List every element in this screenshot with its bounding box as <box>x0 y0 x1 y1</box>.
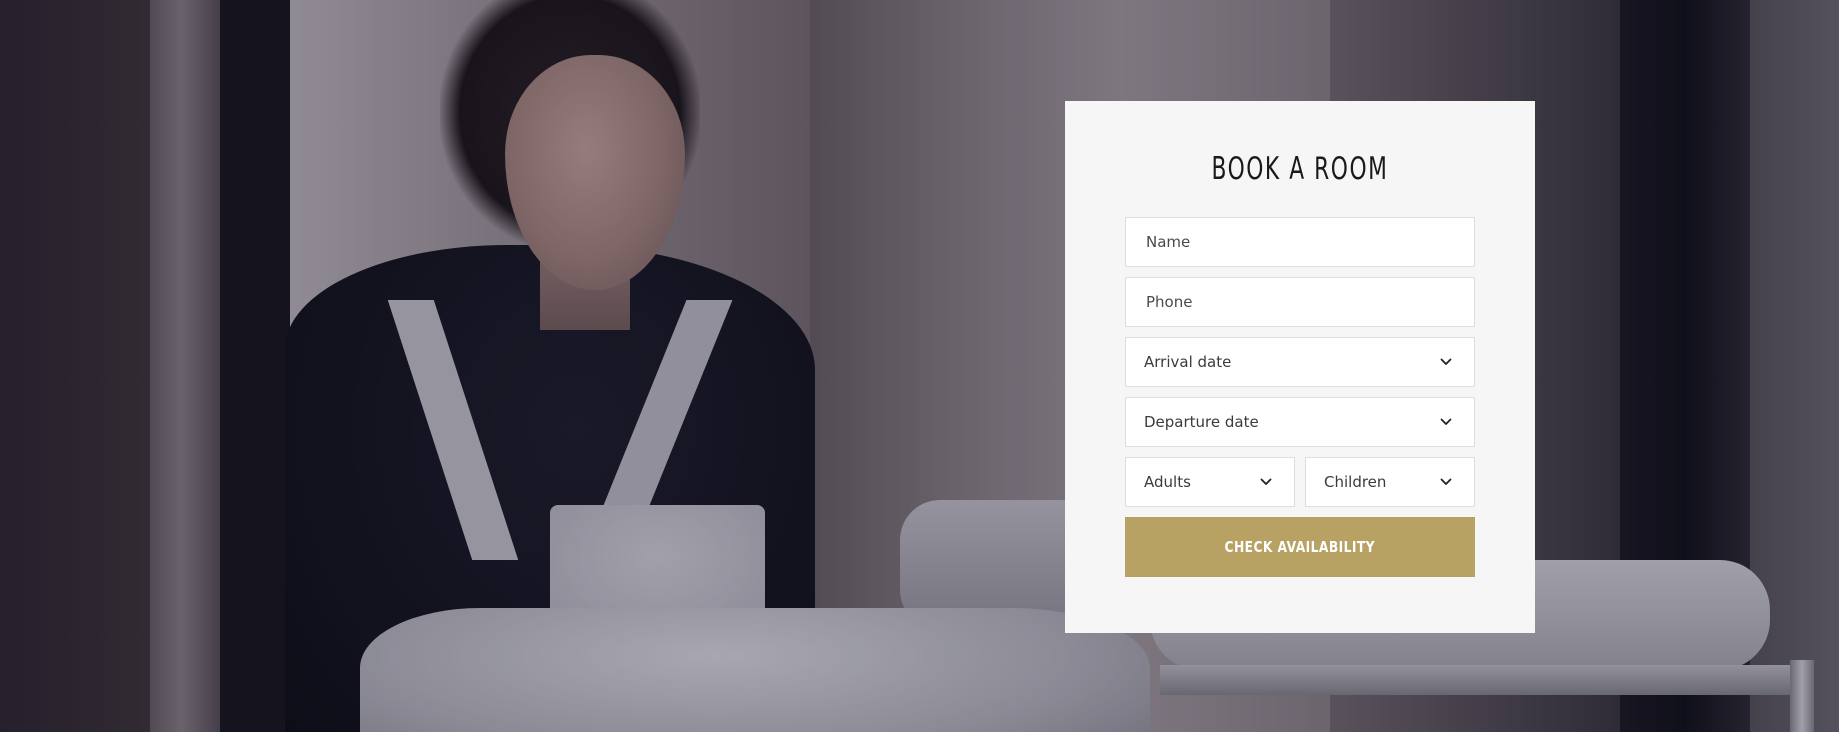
check-availability-label: CHECK AVAILABILITY <box>1224 538 1376 556</box>
booking-form: BOOK A ROOM Arrival date Departure date … <box>1065 101 1535 633</box>
phone-input[interactable] <box>1126 278 1474 326</box>
phone-field <box>1125 277 1475 327</box>
arrival-date-select[interactable]: Arrival date <box>1125 337 1475 387</box>
departure-date-select[interactable]: Departure date <box>1125 397 1475 447</box>
adults-label: Adults <box>1144 473 1191 491</box>
background-overlay <box>0 0 1839 732</box>
chevron-down-icon <box>1440 416 1452 428</box>
chevron-down-icon <box>1260 476 1272 488</box>
check-availability-button[interactable]: CHECK AVAILABILITY <box>1125 517 1475 577</box>
name-field <box>1125 217 1475 267</box>
chevron-down-icon <box>1440 476 1452 488</box>
name-input[interactable] <box>1126 218 1474 266</box>
departure-date-label: Departure date <box>1144 413 1259 431</box>
hero-section: BOOK A ROOM Arrival date Departure date … <box>0 0 1839 732</box>
adults-select[interactable]: Adults <box>1125 457 1295 507</box>
chevron-down-icon <box>1440 356 1452 368</box>
children-label: Children <box>1324 473 1387 491</box>
children-select[interactable]: Children <box>1305 457 1475 507</box>
booking-title: BOOK A ROOM <box>1211 151 1389 187</box>
arrival-date-label: Arrival date <box>1144 353 1232 371</box>
